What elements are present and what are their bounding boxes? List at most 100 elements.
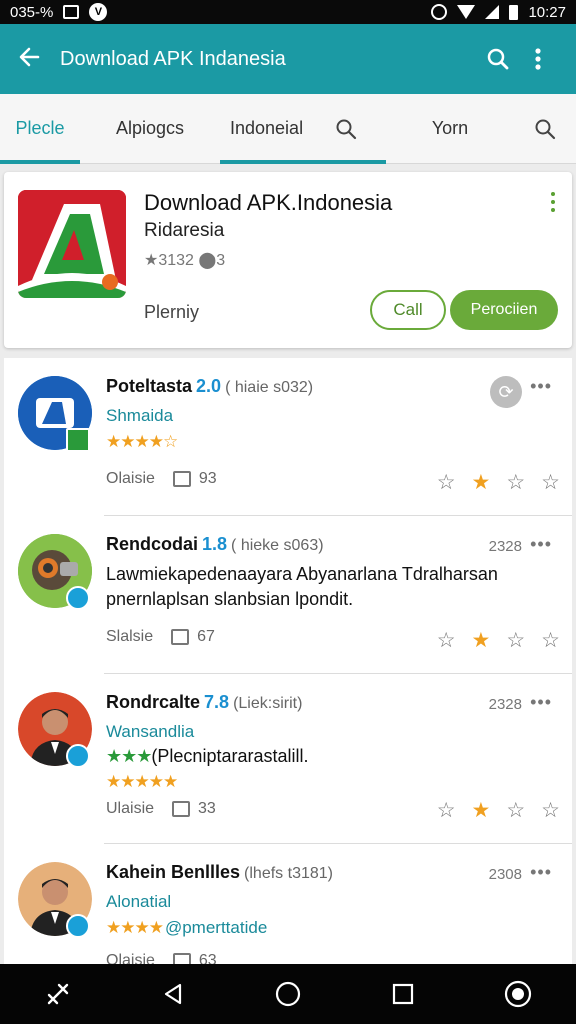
call-button[interactable]: Call <box>370 290 446 330</box>
back-icon[interactable] <box>143 964 203 1024</box>
review-stars: ★★★★☆ <box>106 432 178 451</box>
tab-search[interactable] <box>520 94 570 164</box>
like-button[interactable]: 63 <box>172 952 217 964</box>
collapse-icon[interactable] <box>28 964 88 1024</box>
review-snippet: @pmerttatide <box>164 918 268 937</box>
app-price-label: Plerniy <box>144 302 200 322</box>
footer-label: Ulaisie <box>106 800 155 817</box>
review-body: Lawmiekapedenaayara Abyanarlana Tdralhar… <box>106 562 526 612</box>
review-tag: Wansandlia <box>106 722 195 741</box>
recents-icon[interactable] <box>373 964 433 1024</box>
star-icon[interactable]: ★ <box>472 798 491 823</box>
more-horiz-icon[interactable]: ••• <box>530 862 552 883</box>
tab-label: Plecle <box>15 118 65 138</box>
review-meta: ( hiaie s032) <box>225 379 314 396</box>
list-item[interactable]: Rondrcalte 7.8 (Liek:sirit) Wansandlia ★★★… <box>4 674 572 844</box>
star-icon[interactable]: ★ <box>472 628 491 653</box>
status-time: 10:27 <box>528 3 566 21</box>
more-horiz-icon[interactable]: ••• <box>530 534 552 555</box>
rate-stars[interactable]: ☆ ★ ☆ ☆ <box>437 470 560 495</box>
tab-yorn[interactable]: Yorn <box>380 94 520 164</box>
assistant-icon[interactable] <box>488 964 548 1024</box>
app-developer: Ridaresia <box>144 220 225 241</box>
thumb-icon <box>171 629 190 645</box>
tab-bar: Plecle Alpiogcs Indoneial Yorn <box>0 94 576 164</box>
status-bar: 035-% V 10:27 <box>0 0 576 24</box>
tab-plecle[interactable]: Plecle <box>0 94 80 164</box>
star-icon[interactable]: ★ <box>472 470 491 495</box>
footer-label: Olaisie <box>106 470 155 487</box>
tab-alpiogcs[interactable]: Alpiogcs <box>80 94 220 164</box>
install-button[interactable]: Perociien <box>450 290 558 330</box>
stars: ★★★★ <box>106 918 164 937</box>
star-icon[interactable]: ☆ <box>506 470 525 495</box>
app-card[interactable]: Download APK.Indonesia Ridaresia ★3132 ⬤… <box>4 172 572 348</box>
review-title: Poteltasta 2.0( hiaie s032) <box>106 376 313 397</box>
footer-label: Slalsie <box>106 628 154 645</box>
review-tag: Shmaida <box>106 406 174 425</box>
list-item[interactable]: Poteltasta 2.0( hiaie s032) Shmaida ★★★★☆… <box>4 358 572 516</box>
star-icon[interactable]: ☆ <box>437 470 456 495</box>
review-meta: (lhefs t3181) <box>244 865 333 882</box>
more-horiz-icon[interactable]: ••• <box>530 376 552 397</box>
back-arrow-icon[interactable] <box>18 44 58 75</box>
search-icon[interactable] <box>534 118 556 140</box>
review-footer: Olaisie 93 <box>106 470 217 488</box>
review-footer: Olaisie 63 <box>106 952 217 964</box>
status-time-left: 035-% <box>10 3 54 21</box>
app-rating-meta: ★3132 ⬤3 <box>144 252 226 269</box>
like-count: 33 <box>198 800 216 817</box>
review-title: Kahein Benllles (lhefs t3181) <box>106 862 333 883</box>
review-date: 2328 <box>488 696 522 713</box>
review-text-line: Lawmiekapedenaayara Abyanarlana Tdralhar… <box>106 564 498 584</box>
review-footer: Slalsie 67 <box>106 628 215 646</box>
tab-indicator <box>220 159 386 164</box>
review-date: 2328 <box>488 538 522 555</box>
review-title: Rendcodai 1.8( hieke s063) <box>106 534 324 555</box>
like-button[interactable]: 33 <box>172 800 216 818</box>
star-icon[interactable]: ☆ <box>437 798 456 823</box>
review-meta: ( hieke s063) <box>231 537 324 554</box>
tab-label: Yorn <box>431 118 469 138</box>
star-icon[interactable]: ☆ <box>541 470 560 495</box>
like-button[interactable]: 67 <box>171 628 215 646</box>
app-badge-icon <box>66 586 90 610</box>
search-icon[interactable] <box>335 118 357 140</box>
tab-label: Indoneial <box>230 118 304 138</box>
app-bar-title: Download APK Indanesia <box>60 47 286 70</box>
review-list: Poteltasta 2.0( hiaie s032) Shmaida ★★★★☆… <box>4 358 572 964</box>
more-horiz-icon[interactable]: ••• <box>530 692 552 713</box>
list-item[interactable]: Rendcodai 1.8( hieke s063) Lawmiekapedena… <box>4 516 572 674</box>
like-button[interactable]: 93 <box>172 470 217 488</box>
refresh-icon[interactable]: ⟳ <box>490 376 522 408</box>
app-title: Download APK.Indonesia <box>144 190 393 215</box>
reviewer-name: Poteltasta <box>106 376 193 396</box>
more-vert-icon[interactable] <box>550 192 556 212</box>
wifi-icon <box>457 5 476 19</box>
app-badge-icon <box>66 744 90 768</box>
version-label: 2.0 <box>196 376 222 396</box>
review-stars: ★★★★ @pmerttatide <box>106 918 267 938</box>
tab-indoneial[interactable]: Indoneial <box>220 94 386 164</box>
system-nav-bar <box>0 964 576 1024</box>
review-date: 2308 <box>488 866 522 883</box>
footer-label: Olaisie <box>106 952 155 964</box>
review-footer: Ulaisie 33 <box>106 800 216 818</box>
search-icon[interactable] <box>478 47 518 71</box>
reviewer-name: Kahein Benllles <box>106 862 241 882</box>
signal-icon <box>485 5 500 19</box>
reviewer-name: Rendcodai <box>106 534 199 554</box>
star-icon[interactable]: ☆ <box>506 798 525 823</box>
rate-stars[interactable]: ☆ ★ ☆ ☆ <box>437 628 560 653</box>
star-icon[interactable]: ☆ <box>437 628 456 653</box>
star-icon[interactable]: ☆ <box>541 628 560 653</box>
star-icon[interactable]: ☆ <box>506 628 525 653</box>
home-icon[interactable] <box>258 964 318 1024</box>
green-stars: ★★★ <box>106 746 152 766</box>
gallery-icon <box>63 5 80 19</box>
more-vert-icon[interactable] <box>518 47 558 71</box>
reviewer-name: Rondrcalte <box>106 692 201 712</box>
rate-stars[interactable]: ☆ ★ ☆ ☆ <box>437 798 560 823</box>
list-item[interactable]: Kahein Benllles (lhefs t3181) Alonatial ★… <box>4 844 572 964</box>
star-icon[interactable]: ☆ <box>541 798 560 823</box>
